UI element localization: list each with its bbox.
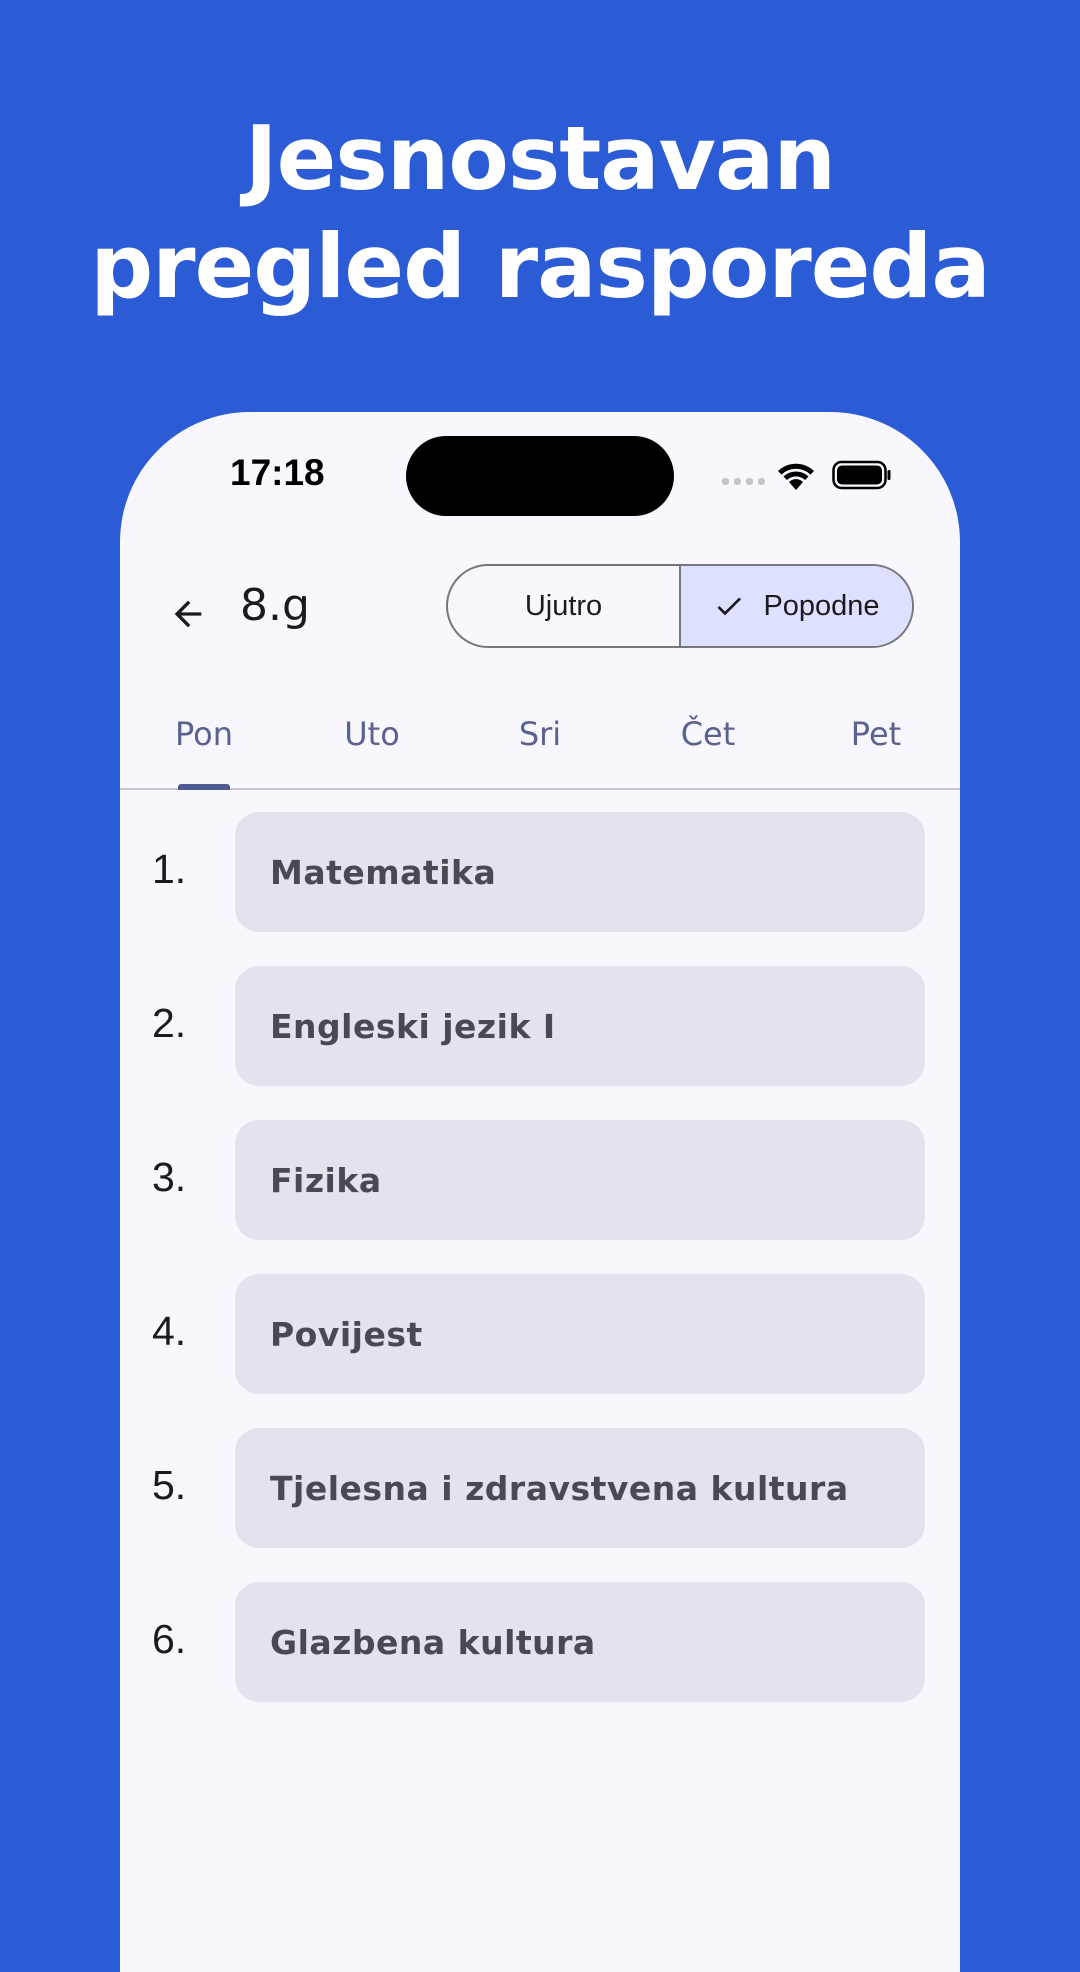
tab-label: Sri (518, 715, 562, 753)
arrow-left-icon (174, 600, 202, 628)
period-number: 2. (152, 1000, 187, 1046)
period-number: 5. (152, 1462, 187, 1508)
period-number: 6. (152, 1616, 187, 1662)
day-tabs: Pon Uto Sri Čet Pet (120, 680, 960, 790)
battery-icon (832, 460, 892, 494)
tab-cet[interactable]: Čet (624, 680, 792, 788)
subject-card[interactable]: Glazbena kultura (235, 1582, 925, 1702)
wifi-icon (776, 460, 816, 496)
segment-morning[interactable]: Ujutro (448, 566, 681, 646)
list-item: 4. Povijest (120, 1274, 960, 1394)
list-item: 6. Glazbena kultura (120, 1582, 960, 1702)
headline-line-2: pregled rasporeda (90, 215, 991, 318)
tab-sri[interactable]: Sri (456, 680, 624, 788)
status-time: 17:18 (230, 452, 325, 493)
tab-label: Čet (680, 715, 736, 753)
back-button[interactable] (156, 582, 220, 646)
period-number: 4. (152, 1308, 187, 1354)
signal-icon (722, 478, 765, 485)
list-item: 3. Fizika (120, 1120, 960, 1240)
segment-morning-label: Ujutro (524, 589, 603, 622)
class-title: 8.g (240, 580, 310, 631)
tab-pon[interactable]: Pon (120, 680, 288, 790)
tab-uto[interactable]: Uto (288, 680, 456, 788)
tab-pet[interactable]: Pet (792, 680, 960, 788)
headline-line-1: Jesnostavan (244, 107, 836, 210)
promo-headline: Jesnostavan pregled rasporeda (0, 105, 1080, 321)
period-number: 1. (152, 846, 187, 892)
subject-card[interactable]: Matematika (235, 812, 925, 932)
segment-afternoon-label: Popodne (763, 589, 880, 622)
check-icon (713, 590, 745, 622)
dynamic-island (406, 436, 674, 516)
period-number: 3. (152, 1154, 187, 1200)
phone-screen: 17:18 8.g Ujutro Popodne Pon Uto Sri Čet… (120, 412, 960, 1972)
list-item: 5. Tjelesna i zdravstvena kultura (120, 1428, 960, 1548)
list-item: 1. Matematika (120, 812, 960, 932)
subject-card[interactable]: Povijest (235, 1274, 925, 1394)
segment-afternoon[interactable]: Popodne (681, 566, 912, 646)
subject-card[interactable]: Tjelesna i zdravstvena kultura (235, 1428, 925, 1548)
tab-label: Pon (174, 715, 233, 753)
tab-label: Pet (850, 715, 902, 753)
list-item: 2. Engleski jezik I (120, 966, 960, 1086)
tab-indicator (178, 784, 230, 790)
shift-toggle: Ujutro Popodne (446, 564, 914, 648)
subject-card[interactable]: Fizika (235, 1120, 925, 1240)
tab-label: Uto (344, 715, 400, 753)
subject-card[interactable]: Engleski jezik I (235, 966, 925, 1086)
